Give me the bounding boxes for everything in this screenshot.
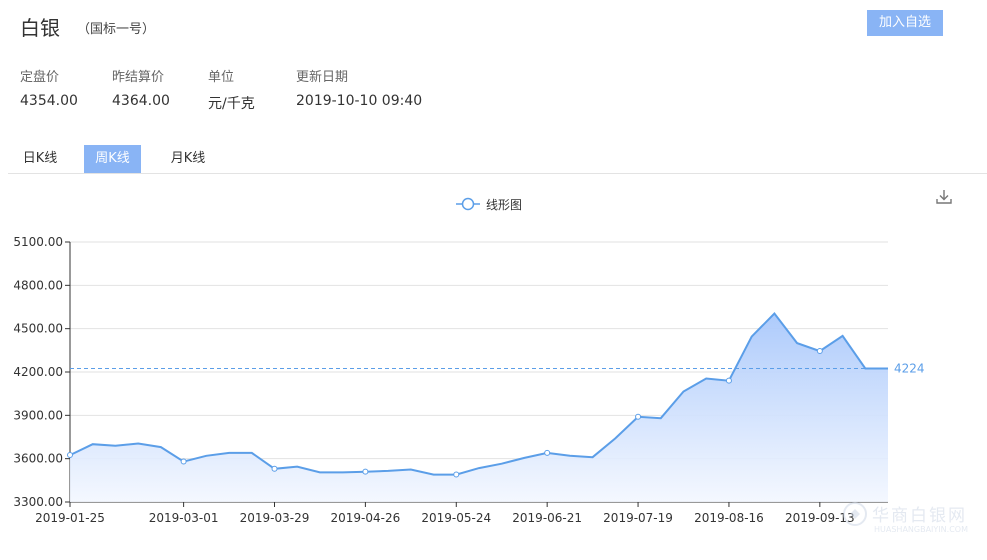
watermark-logo: 华商白银网 HUASHANGBAIYIN.COM (842, 497, 982, 547)
add-watchlist-button[interactable]: 加入自选 (867, 10, 943, 36)
data-point[interactable] (362, 468, 369, 475)
info-update-date: 更新日期 2019-10-10 09:40 (296, 66, 422, 109)
page-subtitle: （国标一号） (77, 22, 156, 37)
info-value: 4364.00 (112, 93, 170, 109)
y-tick-label: 5100.00 (13, 235, 63, 249)
y-tick-label: 3900.00 (13, 408, 63, 422)
tab-weekly-kline[interactable]: 周K线 (84, 145, 141, 173)
y-tick-label: 3600.00 (13, 452, 63, 466)
x-tick-label: 2019-01-25 (35, 511, 105, 525)
data-point[interactable] (180, 458, 187, 465)
y-tick-label: 3300.00 (13, 495, 63, 509)
info-label: 更新日期 (296, 70, 349, 85)
info-value: 2019-10-10 09:40 (296, 93, 423, 109)
x-tick-label: 2019-04-26 (331, 511, 401, 525)
info-value: 元/千克 (208, 96, 255, 112)
kline-tabs: 日K线 周K线 月K线 (8, 145, 987, 174)
series-area (70, 313, 888, 502)
data-point[interactable] (271, 465, 278, 472)
watermark-text: 华商白银网 (872, 506, 967, 526)
x-tick-label: 2019-08-16 (694, 511, 764, 525)
legend-marker (461, 197, 475, 211)
data-point[interactable] (635, 413, 642, 420)
x-tick-label: 2019-03-01 (149, 511, 219, 525)
info-label: 昨结算价 (112, 70, 165, 85)
x-tick-label: 2019-06-21 (512, 511, 582, 525)
legend-label: 线形图 (486, 198, 522, 212)
tab-daily-kline[interactable]: 日K线 (12, 145, 68, 173)
data-point[interactable] (725, 377, 732, 384)
info-label: 单位 (208, 70, 235, 85)
tab-monthly-kline[interactable]: 月K线 (160, 145, 216, 173)
info-label: 定盘价 (20, 70, 60, 85)
chart-legend[interactable]: 线形图 (456, 197, 522, 212)
info-prev-settle: 昨结算价 4364.00 (112, 66, 170, 109)
data-point[interactable] (544, 449, 551, 456)
y-tick-label: 4800.00 (13, 278, 63, 292)
y-tick-label: 4500.00 (13, 322, 63, 336)
x-tick-label: 2019-07-19 (603, 511, 673, 525)
watermark-sub: HUASHANGBAIYIN.COM (874, 525, 968, 534)
info-settle-price: 定盘价 4354.00 (20, 66, 78, 109)
data-point[interactable] (816, 348, 823, 355)
data-point[interactable] (453, 471, 460, 478)
y-tick-label: 4200.00 (13, 365, 63, 379)
x-tick-label: 2019-03-29 (240, 511, 310, 525)
data-point[interactable] (67, 452, 73, 459)
info-unit: 单位 元/千克 (208, 66, 255, 113)
page-title: 白银 (20, 16, 60, 40)
info-value: 4354.00 (20, 93, 78, 109)
x-tick-label: 2019-05-24 (421, 511, 491, 525)
markline-label: 4224 (894, 362, 925, 376)
line-chart: 3300.00 3600.00 3900.00 4200.00 4500.00 4800.… (13, 197, 925, 525)
